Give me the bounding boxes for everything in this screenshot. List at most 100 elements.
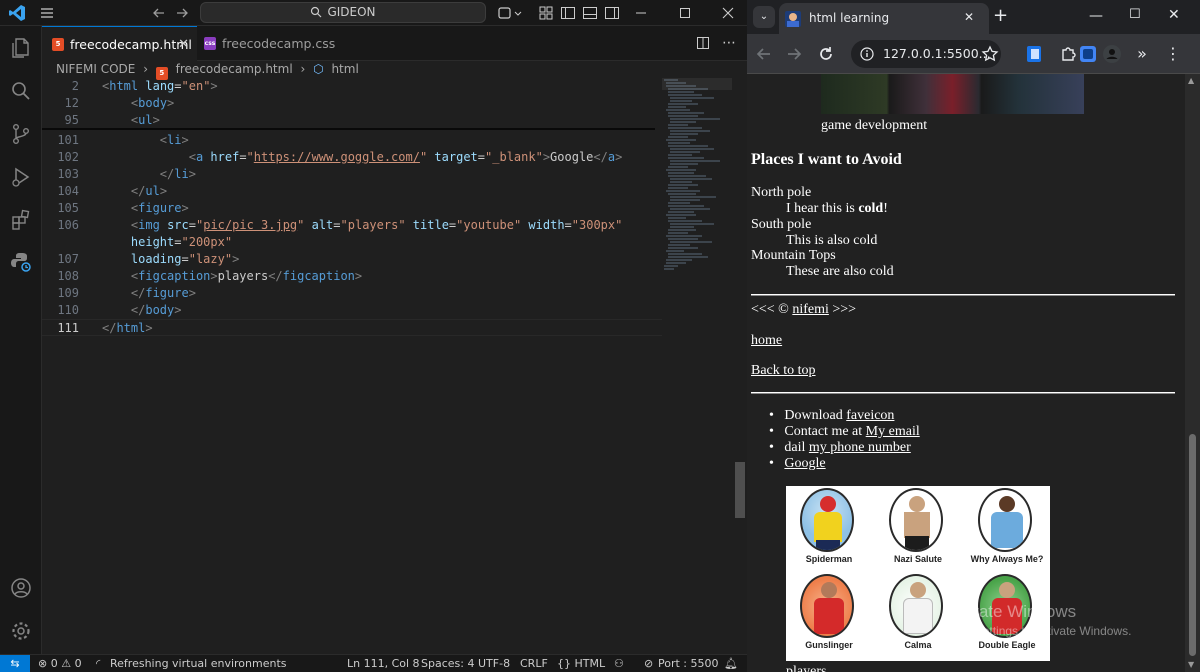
profile-avatar-icon[interactable] xyxy=(1102,44,1122,64)
more-actions-icon[interactable]: ⋯ xyxy=(722,35,736,51)
symbol-icon: ⬡ xyxy=(313,62,324,76)
copilot-status-icon[interactable]: ⚇ xyxy=(614,655,624,672)
breadcrumb: NIFEMI CODE › 5 freecodecamp.html › ⬡ ht… xyxy=(42,61,747,80)
problems-indicator[interactable]: ⊗ 0 ⚠ 0 xyxy=(38,655,82,672)
tab-title: html learning xyxy=(809,11,890,25)
breadcrumb-file[interactable]: freecodecamp.html xyxy=(176,62,293,76)
page-scrollbar[interactable]: ▲ ▼ xyxy=(1185,74,1200,672)
minimize-icon[interactable] xyxy=(632,4,650,22)
home-link[interactable]: home xyxy=(751,333,782,349)
figcaption-players: players xyxy=(786,664,827,672)
back-to-top-link[interactable]: Back to top xyxy=(751,363,816,379)
account-icon[interactable] xyxy=(9,576,33,600)
web-page: game development Places I want to Avoid … xyxy=(747,74,1185,672)
tab-label: freecodecamp.css xyxy=(222,36,336,51)
remote-indicator[interactable]: ⇆ xyxy=(0,655,30,672)
vscode-logo-icon xyxy=(9,5,25,21)
activate-windows-title: Activate Windows xyxy=(942,602,1077,621)
address-bar[interactable]: 127.0.0.1:5500... xyxy=(851,40,1001,68)
extensions-puzzle-icon[interactable] xyxy=(1058,44,1078,64)
title-bar: GIDEON xyxy=(0,0,747,26)
source-control-icon[interactable] xyxy=(9,122,33,146)
code-line: 95 <ul> xyxy=(64,113,160,127)
tab-close-icon[interactable]: ✕ xyxy=(964,10,974,24)
browser-menu-icon[interactable]: ⋮ xyxy=(1163,44,1183,64)
tab-search-button[interactable]: ⌄ xyxy=(753,6,775,28)
scroll-down-arrow-icon[interactable]: ▼ xyxy=(1188,660,1194,669)
scrollbar-thumb[interactable] xyxy=(1189,434,1196,656)
line-ending[interactable]: CRLF xyxy=(520,655,548,672)
tab-close-icon[interactable]: ✕ xyxy=(178,27,189,62)
minimap[interactable] xyxy=(662,78,732,278)
command-center-search[interactable]: GIDEON xyxy=(200,2,486,23)
favicon-icon xyxy=(785,11,801,27)
breadcrumb-folder[interactable]: NIFEMI CODE xyxy=(56,62,135,76)
code-line: 108 <figcaption>players</figcaption> xyxy=(57,269,363,283)
bookmark-star-icon[interactable] xyxy=(980,44,1000,64)
copilot-icon[interactable] xyxy=(496,4,522,22)
code-line: 110 </body> xyxy=(57,303,182,317)
back-arrow-icon[interactable] xyxy=(754,44,774,64)
footer-copyright: <<< © nifemi >>> xyxy=(751,302,857,317)
indentation[interactable]: Spaces: 4 xyxy=(421,655,474,672)
forward-arrow-icon[interactable] xyxy=(173,4,191,22)
search-icon[interactable] xyxy=(9,79,33,103)
extension-icon[interactable] xyxy=(1027,46,1041,62)
close-icon[interactable] xyxy=(719,4,737,22)
maximize-icon[interactable] xyxy=(676,4,694,22)
site-info-icon[interactable] xyxy=(860,47,874,61)
editor-scrollbar[interactable] xyxy=(735,462,745,518)
live-server-port[interactable]: Port : 5500 xyxy=(658,655,719,672)
toggle-panel-icon[interactable] xyxy=(581,4,599,22)
code-line-current: 111 </html> xyxy=(42,319,662,336)
sticky-scroll-divider xyxy=(42,128,655,130)
url-text: 127.0.0.1:5500... xyxy=(883,46,991,61)
manage-gear-icon[interactable] xyxy=(9,619,33,643)
code-line: 109 </figure> xyxy=(57,286,196,300)
notifications-bell-icon[interactable]: 🔔︎ xyxy=(724,655,738,672)
maximize-icon[interactable]: ☐ xyxy=(1129,7,1141,22)
breadcrumb-symbol[interactable]: html xyxy=(331,62,358,76)
more-tools-chevron-icon[interactable]: » xyxy=(1132,44,1152,64)
browser-window: ⌄ html learning ✕ + — ☐ ✕ 127.0.0.1:5500… xyxy=(747,0,1200,672)
customize-layout-icon[interactable] xyxy=(537,4,555,22)
code-line: height="200px" xyxy=(130,235,233,249)
tab-label: freecodecamp.html xyxy=(70,37,192,52)
search-icon xyxy=(311,6,322,18)
phone-link[interactable]: my phone number xyxy=(809,440,911,455)
explorer-icon[interactable] xyxy=(9,36,33,60)
player-spiderman: Spiderman xyxy=(786,488,872,574)
new-tab-button[interactable]: + xyxy=(993,6,1008,26)
close-icon[interactable]: ✕ xyxy=(1168,7,1180,23)
encoding[interactable]: UTF-8 xyxy=(478,655,510,672)
toggle-secondary-sidebar-icon[interactable] xyxy=(603,4,621,22)
tab-freecodecamp-css[interactable]: css freecodecamp.css xyxy=(194,26,336,61)
code-editor[interactable]: 2 <html lang="en"> 12 <body> 95 <ul> 101 … xyxy=(42,78,662,654)
google-link[interactable]: Google xyxy=(784,456,825,471)
minimize-icon[interactable]: — xyxy=(1089,8,1103,24)
extension-icon[interactable] xyxy=(1080,46,1096,62)
split-editor-icon[interactable] xyxy=(695,35,711,51)
reload-icon[interactable] xyxy=(816,44,836,64)
extensions-icon[interactable] xyxy=(9,208,33,232)
email-link[interactable]: My email xyxy=(866,424,920,439)
python-icon[interactable] xyxy=(9,250,33,274)
menu-icon[interactable] xyxy=(38,4,56,22)
chevron-right-icon: › xyxy=(143,62,148,76)
tab-freecodecamp-html[interactable]: 5 freecodecamp.html ✕ xyxy=(42,26,197,61)
toggle-sidebar-icon[interactable] xyxy=(559,4,577,22)
cursor-position[interactable]: Ln 111, Col 8 xyxy=(347,655,420,672)
run-debug-icon[interactable] xyxy=(9,165,33,189)
dd-south-pole: This is also cold xyxy=(786,233,878,248)
scroll-up-arrow-icon[interactable]: ▲ xyxy=(1188,76,1194,85)
browser-tab-html-learning[interactable]: html learning ✕ xyxy=(779,3,989,34)
forward-arrow-icon[interactable] xyxy=(784,44,804,64)
back-arrow-icon[interactable] xyxy=(150,4,168,22)
faveicon-link[interactable]: faveicon xyxy=(846,408,894,423)
code-line: 102 <a href="https://www.goggle.com/" ta… xyxy=(57,150,623,164)
language-mode[interactable]: {} HTML xyxy=(557,655,605,672)
task-status[interactable]: Refreshing virtual environments xyxy=(110,655,287,672)
figure-caption-game: game development xyxy=(821,118,928,133)
nifemi-link[interactable]: nifemi xyxy=(792,302,829,317)
search-text: GIDEON xyxy=(327,5,376,19)
